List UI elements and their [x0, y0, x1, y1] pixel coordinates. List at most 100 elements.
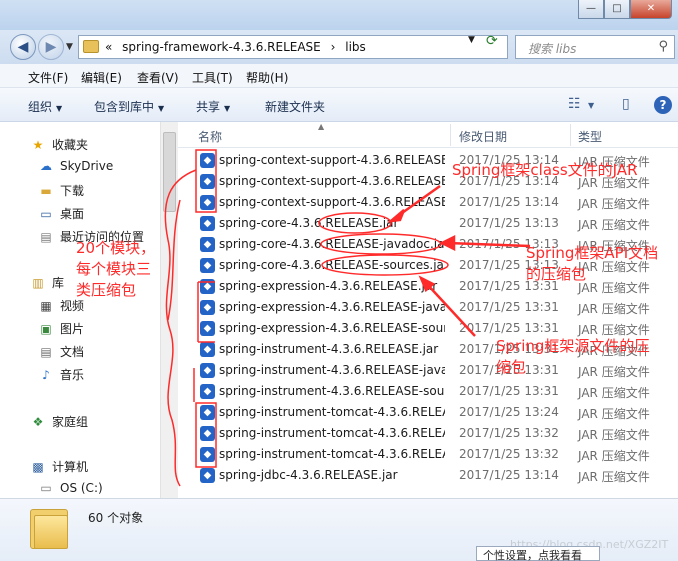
menu-tools[interactable]: 工具(T) [192, 69, 233, 86]
forward-arrow-icon: ▶ [45, 39, 57, 55]
sidebar-item-label: 文档 [60, 345, 85, 359]
address-bar[interactable]: « spring-framework-4.3.6.RELEASE › libs [78, 35, 508, 59]
file-type: JAR 压缩文件 [578, 428, 650, 442]
jar-file-icon: ◆ [200, 405, 215, 420]
file-name[interactable]: spring-instrument-4.3.6.RELEASE-javadoc.… [219, 363, 445, 377]
forward-button[interactable]: ▶ [38, 34, 64, 60]
address-row: ◀ ▶ ▼ « spring-framework-4.3.6.RELEASE ›… [0, 30, 678, 64]
maximize-button[interactable]: □ [604, 0, 630, 19]
sidebar-item-homegroup[interactable]: ❖ 家庭组 [30, 413, 88, 430]
breadcrumb-overflow[interactable]: « [105, 40, 112, 54]
file-type: JAR 压缩文件 [578, 281, 650, 295]
minimize-button[interactable]: — [578, 0, 604, 19]
menu-view[interactable]: 查看(V) [137, 69, 179, 86]
file-row[interactable]: ◆ spring-expression-4.3.6.RELEASE.jar 2017… [178, 276, 678, 297]
new-folder-button[interactable]: 新建文件夹 [265, 98, 325, 115]
sidebar-item-label: 家庭组 [52, 415, 89, 429]
file-name[interactable]: spring-context-support-4.3.6.RELEASE.jar [219, 153, 445, 167]
sidebar-scrollbar[interactable] [160, 122, 178, 498]
sidebar-item-documents[interactable]: ▤ 文档 [38, 343, 84, 360]
file-name[interactable]: spring-instrument-4.3.6.RELEASE.jar [219, 342, 445, 356]
sidebar-item-desktop[interactable]: ▭ 桌面 [38, 205, 84, 222]
file-row[interactable]: ◆ spring-instrument-tomcat-4.3.6.RELEASE-… [178, 423, 678, 444]
file-row[interactable]: ◆ spring-instrument-4.3.6.RELEASE-sources… [178, 381, 678, 402]
view-dropdown-icon[interactable]: ▼ [588, 101, 594, 110]
folder-icon [30, 509, 68, 549]
desktop-icon: ▭ [40, 206, 52, 221]
include-library-button[interactable]: 包含到库中 ▼ [94, 98, 164, 115]
preview-pane-icon[interactable]: ▯ [622, 96, 630, 112]
sidebar-item-label: 音乐 [60, 368, 85, 382]
breadcrumb-item-framework[interactable]: spring-framework-4.3.6.RELEASE [122, 40, 321, 54]
close-button[interactable]: ✕ [630, 0, 672, 19]
recent-places-icon: ▤ [40, 229, 52, 244]
search-icon[interactable]: ⚲ [658, 39, 668, 54]
column-type[interactable]: 类型 [578, 128, 602, 145]
column-divider[interactable] [450, 124, 451, 146]
annotation-source-line2: 缩包 [496, 358, 527, 376]
file-row[interactable]: ◆ spring-instrument-tomcat-4.3.6.RELEASE.… [178, 402, 678, 423]
chevron-down-icon: ▼ [224, 104, 231, 113]
column-name[interactable]: 名称 [198, 128, 222, 145]
refresh-icon[interactable]: ⟳ [486, 33, 498, 49]
file-row[interactable]: ◆ spring-expression-4.3.6.RELEASE-javadoc… [178, 297, 678, 318]
file-date: 2017/1/25 13:32 [459, 426, 559, 440]
menu-edit[interactable]: 编辑(E) [81, 69, 122, 86]
homegroup-icon: ❖ [32, 414, 44, 429]
file-name[interactable]: spring-core-4.3.6.RELEASE-sources.jar [219, 258, 445, 272]
file-date: 2017/1/25 13:13 [459, 216, 559, 230]
file-row[interactable]: ◆ spring-context-support-4.3.6.RELEASE-so… [178, 192, 678, 213]
file-row[interactable]: ◆ spring-instrument-tomcat-4.3.6.RELEASE-… [178, 444, 678, 465]
jar-file-icon: ◆ [200, 279, 215, 294]
file-name[interactable]: spring-expression-4.3.6.RELEASE-javadoc.… [219, 300, 445, 314]
file-name[interactable]: spring-expression-4.3.6.RELEASE.jar [219, 279, 445, 293]
breadcrumb-item-libs[interactable]: libs [345, 40, 366, 54]
recent-pages-dropdown[interactable]: ▼ [66, 42, 73, 52]
file-name[interactable]: spring-context-support-4.3.6.RELEASE-sou… [219, 195, 445, 209]
column-modified[interactable]: 修改日期 [459, 128, 507, 145]
library-icon: ▥ [32, 275, 44, 290]
file-row[interactable]: ◆ spring-instrument-4.3.6.RELEASE-javadoc… [178, 360, 678, 381]
file-row[interactable]: ◆ spring-jdbc-4.3.6.RELEASE.jar 2017/1/25 … [178, 465, 678, 486]
sidebar-item-pictures[interactable]: ▣ 图片 [38, 320, 84, 337]
jar-file-icon: ◆ [200, 216, 215, 231]
jar-file-icon: ◆ [200, 195, 215, 210]
item-count: 60 个对象 [88, 511, 144, 525]
file-date: 2017/1/25 13:32 [459, 447, 559, 461]
file-name[interactable]: spring-instrument-tomcat-4.3.6.RELEASE.j… [219, 405, 445, 419]
column-divider[interactable] [570, 124, 571, 146]
sidebar-item-skydrive[interactable]: ☁ SkyDrive [38, 159, 113, 173]
view-options-icon[interactable]: ☷ [568, 96, 581, 112]
help-icon[interactable]: ? [654, 96, 672, 114]
menu-file[interactable]: 文件(F) [28, 69, 68, 86]
share-button[interactable]: 共享 ▼ [196, 98, 230, 115]
sidebar-item-label: 收藏夹 [52, 138, 89, 152]
scrollbar-thumb[interactable] [163, 132, 176, 212]
sidebar-item-computer[interactable]: ▩ 计算机 [30, 458, 88, 475]
file-name[interactable]: spring-context-support-4.3.6.RELEASE-jav… [219, 174, 445, 188]
file-name[interactable]: spring-instrument-tomcat-4.3.6.RELEASE-s… [219, 447, 445, 461]
search-input[interactable]: 搜索 libs ⚲ [515, 35, 675, 59]
sidebar-item-label: 桌面 [60, 207, 85, 221]
organize-button[interactable]: 组织 ▼ [28, 98, 62, 115]
back-button[interactable]: ◀ [10, 34, 36, 60]
file-name[interactable]: spring-core-4.3.6.RELEASE-javadoc.jar [219, 237, 445, 251]
command-bar: 组织 ▼ 包含到库中 ▼ 共享 ▼ 新建文件夹 ☷ ▼ ▯ ? [0, 88, 678, 122]
file-name[interactable]: spring-core-4.3.6.RELEASE.jar [219, 216, 445, 230]
sidebar-item-downloads[interactable]: ▬ 下载 [38, 182, 84, 199]
sidebar-item-music[interactable]: ♪ 音乐 [38, 366, 84, 383]
share-label: 共享 [196, 100, 221, 114]
file-row[interactable]: ◆ spring-core-4.3.6.RELEASE.jar 2017/1/25 … [178, 213, 678, 234]
pictures-icon: ▣ [40, 321, 52, 336]
sidebar-item-libraries[interactable]: ▥ 库 [30, 274, 64, 291]
file-name[interactable]: spring-instrument-tomcat-4.3.6.RELEASE-j… [219, 426, 445, 440]
sidebar-item-favorites[interactable]: ★ 收藏夹 [30, 136, 88, 153]
file-name[interactable]: spring-instrument-4.3.6.RELEASE-sources.… [219, 384, 445, 398]
file-name[interactable]: spring-expression-4.3.6.RELEASE-sources.… [219, 321, 445, 335]
file-date: 2017/1/25 13:24 [459, 405, 559, 419]
breadcrumb-separator[interactable]: › [331, 40, 336, 54]
menu-help[interactable]: 帮助(H) [246, 69, 288, 86]
address-dropdown[interactable]: ▼ [468, 35, 475, 45]
sidebar-item-drive-c[interactable]: ▭ OS (C:) [38, 481, 102, 495]
file-name[interactable]: spring-jdbc-4.3.6.RELEASE.jar [219, 468, 445, 482]
